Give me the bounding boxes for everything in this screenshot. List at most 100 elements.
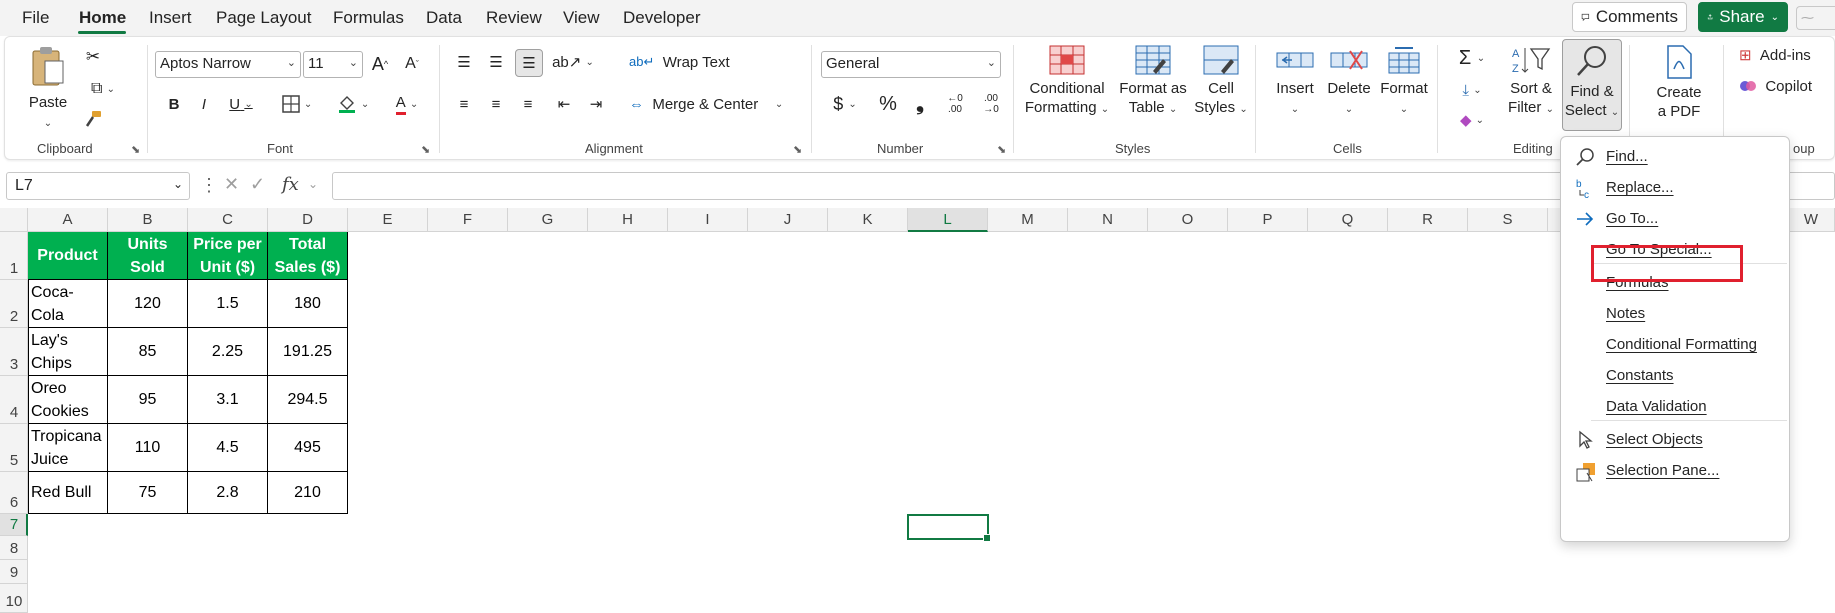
- dialog-launcher-icon[interactable]: ⬊: [421, 143, 430, 156]
- menu-item-find[interactable]: Find...: [1561, 141, 1789, 173]
- row-header-9[interactable]: 9: [0, 560, 28, 584]
- table-cell[interactable]: 210: [268, 472, 348, 514]
- column-header-h[interactable]: H: [588, 208, 668, 232]
- merge-center-button[interactable]: ⇔ Merge & Center ⌄: [629, 91, 795, 117]
- more-options-icon[interactable]: ⋮: [200, 175, 218, 196]
- underline-button[interactable]: U ⌄: [221, 91, 261, 117]
- tab-page-layout[interactable]: Page Layout: [216, 8, 311, 28]
- font-size-dropdown[interactable]: 11 ⌄: [303, 51, 363, 78]
- clear-button[interactable]: ◆ ⌄: [1449, 107, 1495, 133]
- column-header-g[interactable]: G: [508, 208, 588, 232]
- menu-item-select-objects[interactable]: Select Objects: [1561, 424, 1789, 456]
- table-cell[interactable]: 2.25: [188, 328, 268, 376]
- row-header-5[interactable]: 5: [0, 424, 28, 472]
- column-header-a[interactable]: A: [28, 208, 108, 232]
- autosum-button[interactable]: Σ ⌄: [1449, 45, 1495, 71]
- tab-file[interactable]: File: [22, 8, 49, 28]
- name-box[interactable]: L7 ⌄: [6, 172, 190, 200]
- column-header-i[interactable]: I: [668, 208, 748, 232]
- number-format-dropdown[interactable]: General ⌄: [821, 51, 1001, 78]
- column-header-b[interactable]: B: [108, 208, 188, 232]
- row-header-4[interactable]: 4: [0, 376, 28, 424]
- align-right-button[interactable]: ≡: [515, 91, 541, 117]
- row-header-1[interactable]: 1: [0, 232, 28, 280]
- bold-button[interactable]: B: [161, 91, 187, 117]
- table-cell[interactable]: Tropicana Juice: [28, 424, 108, 472]
- menu-item-notes[interactable]: Notes: [1561, 298, 1789, 330]
- increase-font-size-button[interactable]: A ^: [367, 51, 393, 77]
- font-color-button[interactable]: A ⌄: [385, 91, 429, 117]
- table-cell[interactable]: 1.5: [188, 280, 268, 328]
- align-middle-button[interactable]: ☰: [483, 49, 509, 75]
- share-button[interactable]: Share ⌄: [1698, 2, 1788, 32]
- table-cell[interactable]: 120: [108, 280, 188, 328]
- table-cell[interactable]: 3.1: [188, 376, 268, 424]
- row-header-2[interactable]: 2: [0, 280, 28, 328]
- fill-color-button[interactable]: ⌄: [331, 91, 375, 117]
- table-cell[interactable]: 294.5: [268, 376, 348, 424]
- format-cells-button[interactable]: Format ⌄: [1377, 45, 1431, 119]
- column-header-s[interactable]: S: [1468, 208, 1548, 232]
- column-header-j[interactable]: J: [748, 208, 828, 232]
- decrease-decimal-button[interactable]: .00 →0: [975, 89, 1007, 119]
- tab-insert[interactable]: Insert: [149, 8, 192, 28]
- catch-up-button[interactable]: ⁓: [1796, 6, 1835, 30]
- column-header-m[interactable]: M: [988, 208, 1068, 232]
- italic-button[interactable]: I: [191, 91, 217, 117]
- align-left-button[interactable]: ≡: [451, 91, 477, 117]
- table-cell[interactable]: 4.5: [188, 424, 268, 472]
- cut-button[interactable]: ✂: [81, 45, 105, 69]
- column-header-e[interactable]: E: [348, 208, 428, 232]
- menu-item-constants[interactable]: Constants: [1561, 360, 1789, 392]
- active-cell-l7[interactable]: [907, 514, 991, 542]
- comma-style-button[interactable]: ❟: [907, 91, 933, 117]
- column-header-d[interactable]: D: [268, 208, 348, 232]
- table-cell[interactable]: 180: [268, 280, 348, 328]
- find-select-button[interactable]: Find & Select ⌄: [1562, 39, 1622, 131]
- column-header-w[interactable]: W: [1788, 208, 1835, 232]
- dialog-launcher-icon[interactable]: ⬊: [997, 143, 1006, 156]
- menu-item-go-to[interactable]: Go To...: [1561, 203, 1789, 235]
- tab-developer[interactable]: Developer: [623, 8, 701, 28]
- table-cell[interactable]: Lay's Chips: [28, 328, 108, 376]
- column-header-n[interactable]: N: [1068, 208, 1148, 232]
- tab-view[interactable]: View: [563, 8, 600, 28]
- column-header-q[interactable]: Q: [1308, 208, 1388, 232]
- tab-data[interactable]: Data: [426, 8, 462, 28]
- column-header-p[interactable]: P: [1228, 208, 1308, 232]
- align-center-button[interactable]: ≡: [483, 91, 509, 117]
- copy-button[interactable]: ⧉ ⌄: [81, 77, 125, 101]
- table-cell[interactable]: 75: [108, 472, 188, 514]
- decrease-indent-button[interactable]: ⇤: [551, 91, 577, 117]
- insert-function-icon[interactable]: fx: [282, 174, 299, 195]
- table-header-cell[interactable]: Units Sold: [108, 232, 188, 280]
- column-header-l[interactable]: L: [908, 208, 988, 232]
- menu-item-data-validation[interactable]: Data Validation: [1561, 391, 1789, 423]
- column-header-k[interactable]: K: [828, 208, 908, 232]
- increase-decimal-button[interactable]: ←0 .00: [939, 89, 971, 119]
- percent-button[interactable]: %: [873, 91, 903, 117]
- row-header-8[interactable]: 8: [0, 536, 28, 560]
- copilot-button[interactable]: Copilot: [1739, 73, 1829, 99]
- row-header-6[interactable]: 6: [0, 472, 28, 514]
- row-header-3[interactable]: 3: [0, 328, 28, 376]
- wrap-text-button[interactable]: ab↵ Wrap Text: [629, 49, 739, 75]
- format-as-table-button[interactable]: Format as Table ⌄: [1115, 45, 1191, 119]
- table-cell[interactable]: 191.25: [268, 328, 348, 376]
- sort-filter-button[interactable]: AZ Sort & Filter ⌄: [1505, 45, 1557, 119]
- table-cell[interactable]: Red Bull: [28, 472, 108, 514]
- font-name-dropdown[interactable]: Aptos Narrow ⌄: [155, 51, 301, 78]
- table-cell[interactable]: Oreo Cookies: [28, 376, 108, 424]
- cell-styles-button[interactable]: Cell Styles ⌄: [1191, 45, 1251, 119]
- decrease-font-size-button[interactable]: Aˇ: [399, 51, 425, 77]
- table-cell[interactable]: 2.8: [188, 472, 268, 514]
- row-header-10[interactable]: 10: [0, 584, 28, 613]
- accounting-format-button[interactable]: $ ⌄: [823, 91, 867, 117]
- table-cell[interactable]: 95: [108, 376, 188, 424]
- table-cell[interactable]: 110: [108, 424, 188, 472]
- conditional-formatting-button[interactable]: Conditional Formatting ⌄: [1021, 45, 1113, 119]
- dialog-launcher-icon[interactable]: ⬊: [131, 143, 140, 156]
- dialog-launcher-icon[interactable]: ⬊: [793, 143, 802, 156]
- table-header-cell[interactable]: Total Sales ($): [268, 232, 348, 280]
- insert-cells-button[interactable]: Insert ⌄: [1271, 45, 1319, 119]
